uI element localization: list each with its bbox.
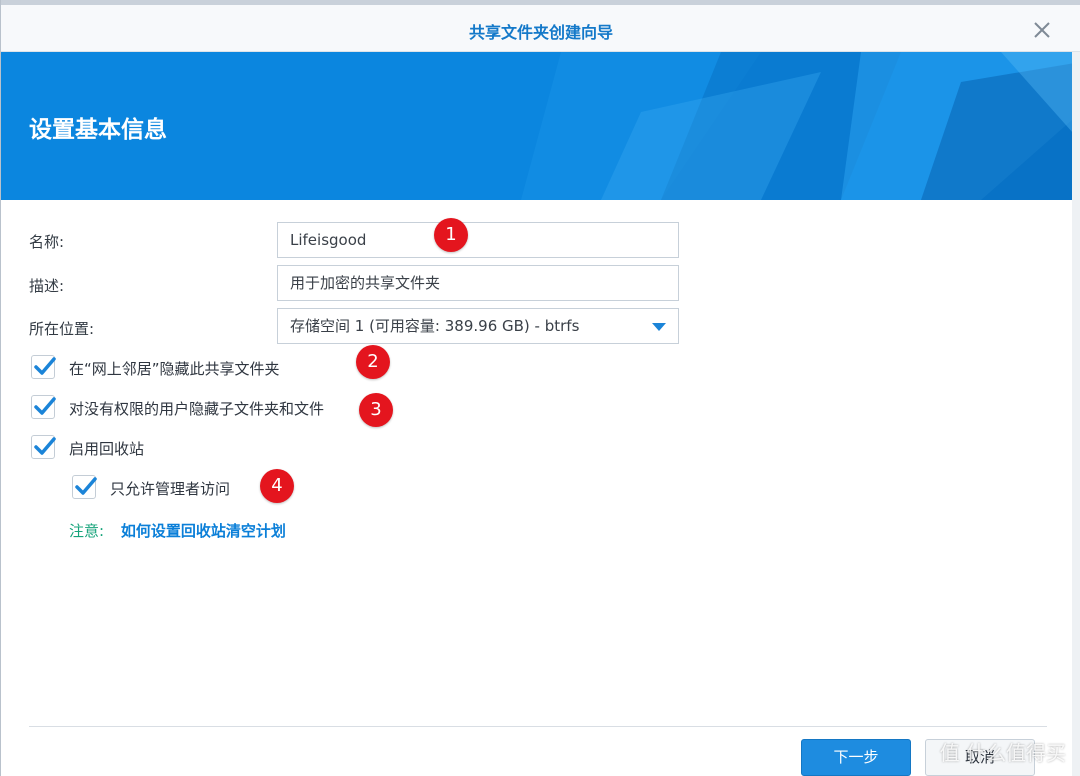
dialog-title: 共享文件夹创建向导 (468, 23, 613, 42)
checkbox-label: 在“网上邻居”隐藏此共享文件夹 (69, 360, 280, 378)
checkbox-label: 只允许管理者访问 (110, 480, 231, 498)
location-select[interactable]: 存储空间 1 (可用容量: 389.96 GB) - btrfs (277, 308, 679, 344)
name-label: 名称: (29, 233, 65, 251)
footer-divider (29, 726, 1047, 727)
checkbox-box[interactable] (72, 475, 97, 499)
banner-heading: 设置基本信息 (29, 117, 167, 143)
description-input-value: 用于加密的共享文件夹 (290, 274, 441, 292)
location-select-value: 存储空间 1 (可用容量: 389.96 GB) - btrfs (290, 317, 580, 335)
note-label: 注意: (69, 522, 105, 540)
annotation-badge-1: 1 (434, 218, 468, 252)
close-icon[interactable] (1031, 19, 1053, 41)
chevron-down-icon[interactable] (652, 323, 666, 331)
wizard-banner: 设置基本信息 (1, 52, 1080, 200)
location-label: 所在位置: (29, 320, 95, 338)
checkbox-box[interactable] (31, 355, 56, 379)
name-input-value: Lifeisgood (290, 231, 367, 249)
checkbox-label: 对没有权限的用户隐藏子文件夹和文件 (69, 400, 325, 418)
checkbox-box[interactable] (31, 395, 56, 419)
checkmark-icon (75, 477, 97, 495)
checkmark-icon (34, 397, 56, 415)
checkmark-icon (34, 437, 56, 455)
create-shared-folder-dialog: 共享文件夹创建向导 设置基本信息 名称: Lifeisgood 描述: 用于加密… (0, 0, 1080, 776)
checkmark-icon (34, 357, 56, 375)
annotation-badge-4: 4 (260, 469, 294, 503)
annotation-badge-2: 2 (356, 345, 390, 379)
site-watermark: 值 什么值得买 (939, 741, 1066, 765)
checkbox-box[interactable] (31, 435, 56, 459)
checkbox-label: 启用回收站 (69, 440, 145, 458)
recycle-schedule-link[interactable]: 如何设置回收站清空计划 (121, 522, 286, 540)
description-input[interactable]: 用于加密的共享文件夹 (277, 265, 679, 301)
next-button[interactable]: 下一步 (801, 739, 911, 776)
name-input[interactable]: Lifeisgood (277, 222, 679, 258)
recycle-bin-note: 注意: 如何设置回收站清空计划 (69, 520, 286, 541)
annotation-badge-3: 3 (359, 393, 393, 427)
description-label: 描述: (29, 277, 65, 295)
dialog-titlebar: 共享文件夹创建向导 (1, 0, 1080, 52)
scrollbar-track[interactable] (1072, 52, 1080, 776)
